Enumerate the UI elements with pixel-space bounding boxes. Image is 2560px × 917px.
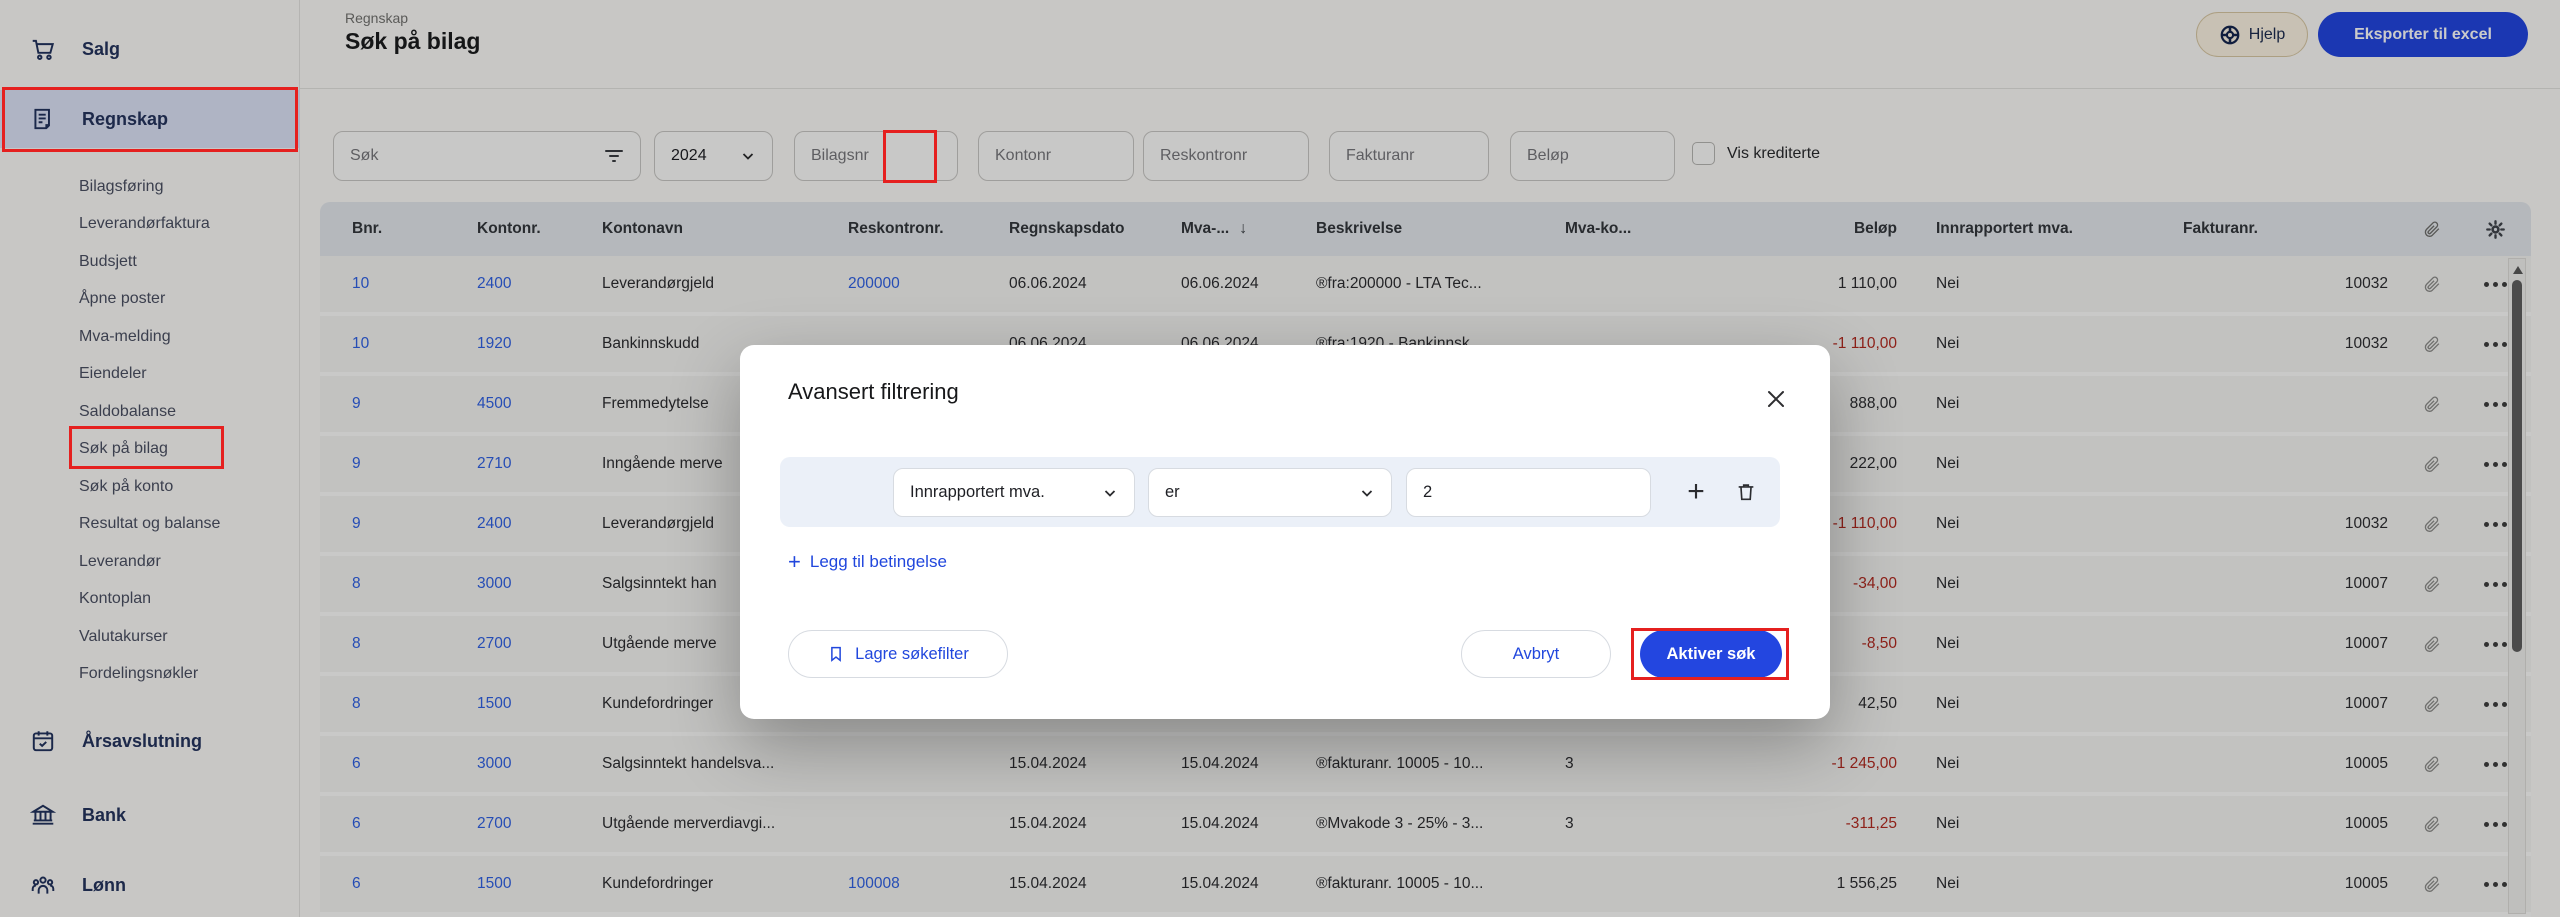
trash-icon — [1735, 481, 1757, 503]
condition-value-input[interactable] — [1406, 468, 1651, 517]
condition-operator-select[interactable]: er — [1148, 468, 1392, 517]
add-condition-link[interactable]: + Legg til betingelse — [788, 549, 947, 575]
modal-title: Avansert filtrering — [788, 379, 959, 405]
chevron-down-icon — [1102, 485, 1118, 501]
activate-search-button[interactable]: Aktiver søk — [1640, 630, 1782, 678]
save-search-filter-button[interactable]: Lagre søkefilter — [788, 630, 1008, 678]
advanced-filter-modal: Avansert filtrering Innrapportert mva. e… — [740, 345, 1830, 719]
filter-condition-row: Innrapportert mva. er + — [780, 457, 1780, 527]
cancel-button[interactable]: Avbryt — [1461, 630, 1611, 678]
plus-icon: + — [788, 549, 801, 575]
close-icon — [1765, 388, 1787, 410]
add-condition-plus-button[interactable]: + — [1676, 470, 1716, 514]
bookmark-icon — [827, 645, 845, 663]
condition-field-select[interactable]: Innrapportert mva. — [893, 468, 1135, 517]
chevron-down-icon — [1359, 485, 1375, 501]
close-button[interactable] — [1762, 385, 1790, 413]
delete-condition-button[interactable] — [1728, 472, 1764, 512]
